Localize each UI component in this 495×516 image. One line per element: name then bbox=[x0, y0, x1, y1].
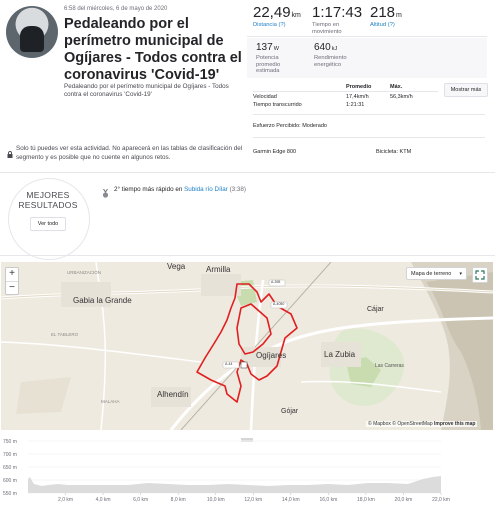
place-zubia: La Zubia bbox=[324, 350, 356, 359]
map-zoom-control: + − bbox=[5, 267, 19, 295]
activity-title: Pedaleando por el perímetro municipal de… bbox=[64, 16, 242, 83]
row-speed-max: 56,3km/h bbox=[390, 94, 413, 100]
place-cajar: Cájar bbox=[367, 306, 384, 313]
bike-name: Bicicleta: KTM bbox=[376, 149, 412, 155]
row-speed-avg: 17,4km/h bbox=[346, 94, 369, 100]
col-max-header: Máx. bbox=[390, 84, 403, 90]
route-map[interactable]: Vega Armilla Gabia la Grande Cájar Ogíja… bbox=[1, 262, 493, 430]
place-gabia: Gabia la Grande bbox=[73, 296, 132, 305]
road-a44: A-44 bbox=[225, 362, 233, 366]
show-more-button[interactable]: Mostrar más bbox=[444, 83, 488, 97]
zoom-in-button[interactable]: + bbox=[6, 268, 18, 282]
expand-icon bbox=[475, 270, 485, 280]
row-elapsed-label: Tiempo transcurrido bbox=[253, 102, 302, 108]
elevation-profile bbox=[28, 476, 441, 493]
elev-x-tick: 22,0 km bbox=[432, 497, 450, 503]
elevation-value: 218m bbox=[370, 4, 402, 21]
distance-value: 22,49km bbox=[253, 4, 301, 21]
achievement-item: 2° tiempo más rápido en Subida río Dílar… bbox=[114, 186, 247, 193]
device-divider bbox=[253, 137, 485, 138]
privacy-notice: Solo tú puedes ver esta actividad. No ap… bbox=[16, 145, 243, 161]
effort-divider bbox=[253, 114, 485, 115]
moving-time-value: 1:17:43 bbox=[312, 4, 363, 21]
table-divider bbox=[253, 91, 438, 92]
stats-divider bbox=[247, 36, 487, 37]
elevation-chart[interactable]: 750 m 700 m 650 m 600 m 550 m 2,0 km 4,0 km 6,0… bbox=[0, 436, 495, 511]
road-a395: A-395 bbox=[271, 280, 281, 284]
medal-icon bbox=[102, 185, 109, 198]
place-gojar: Gójar bbox=[281, 408, 299, 415]
elev-x-tick: 16,0 km bbox=[319, 497, 337, 503]
map-type-select[interactable]: Mapa de terreno ▾ bbox=[406, 267, 467, 280]
lock-icon bbox=[7, 145, 13, 158]
map-attribution: © Mapbox © OpenStreetMap Improve this ma… bbox=[366, 421, 478, 427]
section-divider bbox=[0, 172, 495, 173]
activity-description: Pedaleando por el perímetro municipal de… bbox=[64, 83, 229, 98]
map-top-divider bbox=[0, 255, 495, 256]
elev-y-tick: 750 m bbox=[3, 439, 17, 445]
place-ogijares: Ogíjares bbox=[256, 351, 287, 360]
improve-map-link[interactable]: Improve this map bbox=[434, 421, 475, 427]
place-carreras: Las Carreras bbox=[375, 363, 404, 369]
energy-label: Rendimiento energético bbox=[314, 55, 347, 68]
best-results-title: MEJORES RESULTADOS bbox=[18, 190, 78, 210]
chevron-down-icon: ▾ bbox=[459, 271, 462, 277]
elev-y-tick: 650 m bbox=[3, 465, 17, 471]
elev-y-tick: 550 m bbox=[3, 491, 17, 497]
elev-y-tick: 700 m bbox=[3, 452, 17, 458]
see-all-button[interactable]: Ver todo bbox=[30, 217, 66, 231]
elev-x-tick: 10,0 km bbox=[207, 497, 225, 503]
distance-label[interactable]: Distancia (?) bbox=[253, 22, 286, 29]
elev-x-tick: 8,0 km bbox=[171, 497, 186, 503]
perceived-effort: Esfuerzo Percibido: Moderado bbox=[253, 123, 327, 129]
elev-x-tick: 12,0 km bbox=[244, 497, 262, 503]
segment-link[interactable]: Subida río Dílar bbox=[184, 186, 228, 193]
road-a4050: A-4050 bbox=[273, 302, 285, 306]
elev-x-tick: 6,0 km bbox=[133, 497, 148, 503]
power-label: Potencia promedio estimada bbox=[256, 55, 281, 74]
elev-x-tick: 2,0 km bbox=[58, 497, 73, 503]
zoom-out-button[interactable]: − bbox=[6, 282, 18, 295]
col-avg-header: Promedio bbox=[346, 84, 372, 90]
elev-x-tick: 14,0 km bbox=[282, 497, 300, 503]
place-alhendin: Alhendín bbox=[157, 390, 189, 399]
fullscreen-button[interactable] bbox=[472, 267, 488, 283]
elev-x-tick: 4,0 km bbox=[96, 497, 111, 503]
place-malaha: MALAHA bbox=[101, 399, 120, 404]
energy-value: 640kJ bbox=[314, 42, 338, 53]
elev-y-tick: 600 m bbox=[3, 478, 17, 484]
elev-x-tick: 20,0 km bbox=[395, 497, 413, 503]
row-elapsed-avg: 1:21:31 bbox=[346, 102, 365, 108]
device-name: Garmin Edge 800 bbox=[253, 149, 297, 155]
moving-time-label: Tiempo en movimiento bbox=[312, 22, 342, 35]
elev-x-tick: 18,0 km bbox=[357, 497, 375, 503]
place-armilla: Armilla bbox=[206, 265, 231, 274]
elevation-label[interactable]: Altitud (?) bbox=[370, 22, 395, 29]
place-urbanizacion: URBANIZACIÓN bbox=[67, 270, 102, 275]
place-vega: Vega bbox=[167, 262, 186, 271]
map-resize-handle[interactable] bbox=[240, 429, 254, 442]
place-tablero: EL TABLERO bbox=[51, 332, 79, 337]
row-speed-label: Velocidad bbox=[253, 94, 277, 100]
power-value: 137W bbox=[256, 42, 279, 53]
athlete-avatar[interactable] bbox=[6, 6, 58, 58]
activity-date: 6:58 del miércoles, 6 de mayo de 2020 bbox=[64, 6, 168, 12]
